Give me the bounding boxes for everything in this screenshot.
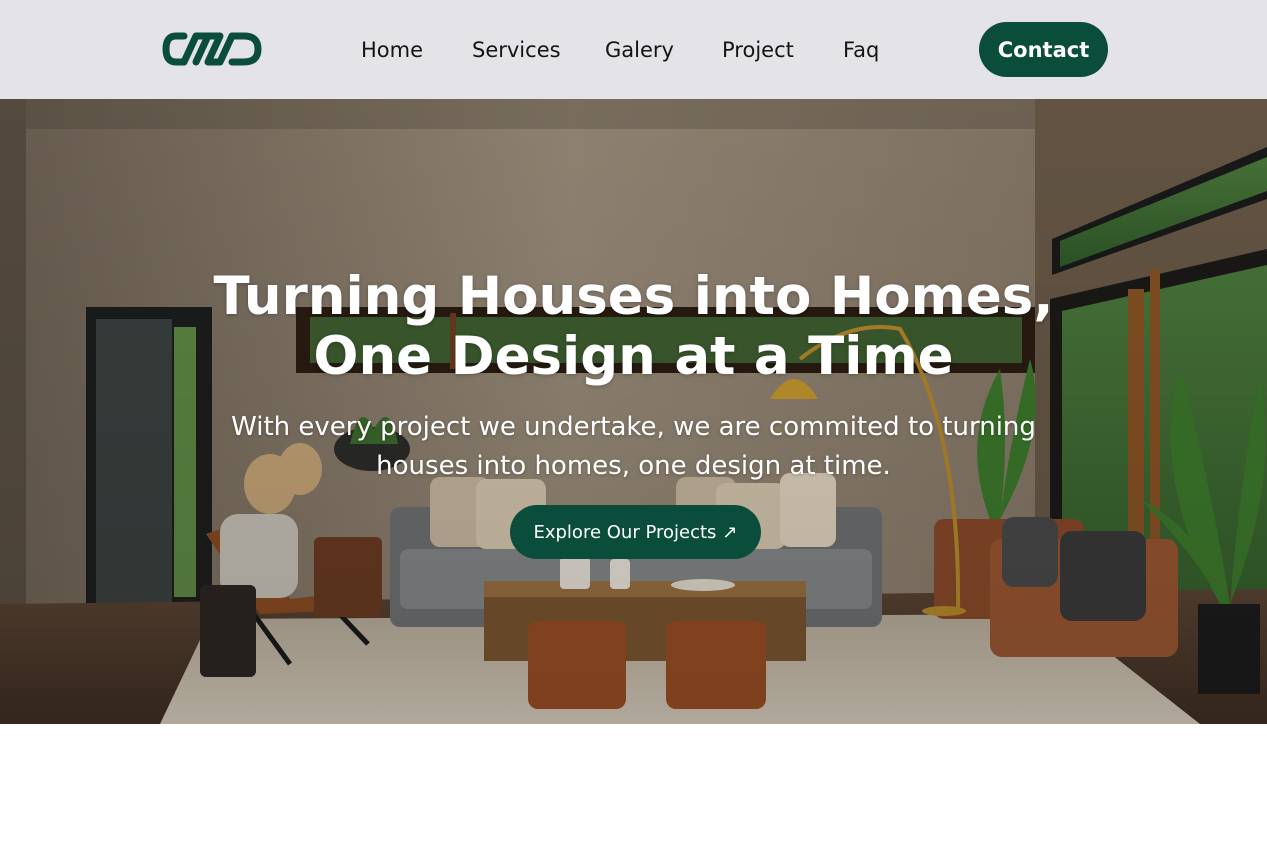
hero-title-line-1: Turning Houses into Homes, (213, 266, 1054, 327)
explore-projects-label: Explore Our Projects (533, 521, 717, 543)
hero-subtitle-line-2: houses into homes, one design at time. (376, 451, 891, 481)
hero-subtitle: With every project we undertake, we are … (0, 408, 1267, 486)
explore-projects-button[interactable]: Explore Our Projects ↗ (510, 505, 761, 559)
nav-link-galery[interactable]: Galery (605, 36, 674, 64)
hero-title: Turning Houses into Homes, One Design at… (0, 267, 1267, 387)
top-navbar: Home Services Galery Project Faq Contact (0, 0, 1267, 99)
hero-title-line-2: One Design at a Time (313, 326, 954, 387)
hero-subtitle-line-1: With every project we undertake, we are … (231, 412, 1036, 442)
nav-link-home[interactable]: Home (361, 36, 423, 64)
nav-link-faq[interactable]: Faq (843, 36, 879, 64)
hero-section: Turning Houses into Homes, One Design at… (0, 99, 1267, 724)
nav-link-services[interactable]: Services (472, 36, 561, 64)
nav-link-project[interactable]: Project (722, 36, 794, 64)
contact-button[interactable]: Contact (979, 22, 1108, 77)
arrow-up-right-icon: ↗ (722, 521, 738, 543)
page-below-hero (0, 724, 1267, 846)
